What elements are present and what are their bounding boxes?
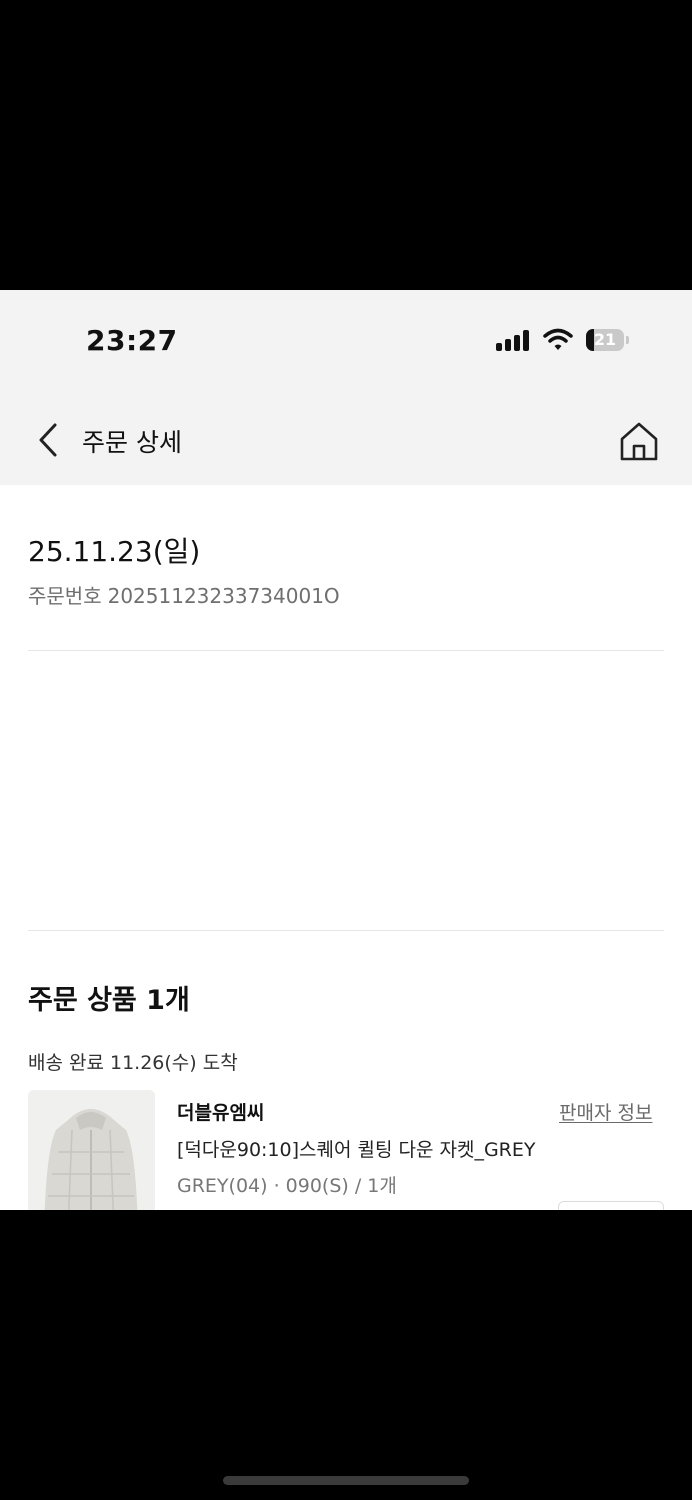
home-icon: [620, 422, 658, 461]
product-brand[interactable]: 더블유엠씨: [177, 1098, 264, 1125]
phone-screen: 23:27 21 주문 상세 25.11.23(일) 주문번호 20251123…: [0, 290, 692, 1210]
bottom-letterbox: [0, 1210, 692, 1500]
status-time: 23:27: [86, 324, 178, 357]
cellular-signal-icon: [496, 329, 530, 351]
home-button[interactable]: [618, 420, 660, 462]
page-title: 주문 상세: [82, 428, 182, 457]
down-jacket-image: [28, 1090, 155, 1210]
delivery-status: 배송 완료 11.26(수) 도착: [28, 1052, 238, 1074]
product-action-button[interactable]: [558, 1201, 664, 1210]
battery-percent: 21: [593, 330, 617, 349]
order-products-title: 주문 상품 1개: [28, 985, 190, 1016]
wifi-icon: [543, 328, 573, 350]
seller-info-link[interactable]: 판매자 정보: [559, 1098, 652, 1125]
back-button[interactable]: [34, 420, 64, 460]
top-letterbox: [0, 0, 692, 290]
battery-icon: 21: [586, 329, 630, 351]
divider: [28, 650, 664, 651]
order-date: 25.11.23(일): [28, 535, 201, 568]
order-number: 주문번호 20251123233734001O: [28, 580, 346, 609]
product-option: GREY(04) · 090(S) / 1개: [177, 1175, 397, 1197]
product-name[interactable]: [덕다운90:10]스퀘어 퀼팅 다운 자켓_GREY: [177, 1135, 536, 1162]
divider: [28, 930, 664, 931]
chevron-left-icon: [39, 423, 57, 457]
product-image[interactable]: [28, 1090, 155, 1210]
header-area: 23:27 21 주문 상세: [0, 290, 692, 485]
order-number-label: 주문번호: [28, 584, 102, 608]
order-number-value: 20251123233734001O: [107, 584, 340, 608]
home-indicator[interactable]: [223, 1476, 469, 1485]
